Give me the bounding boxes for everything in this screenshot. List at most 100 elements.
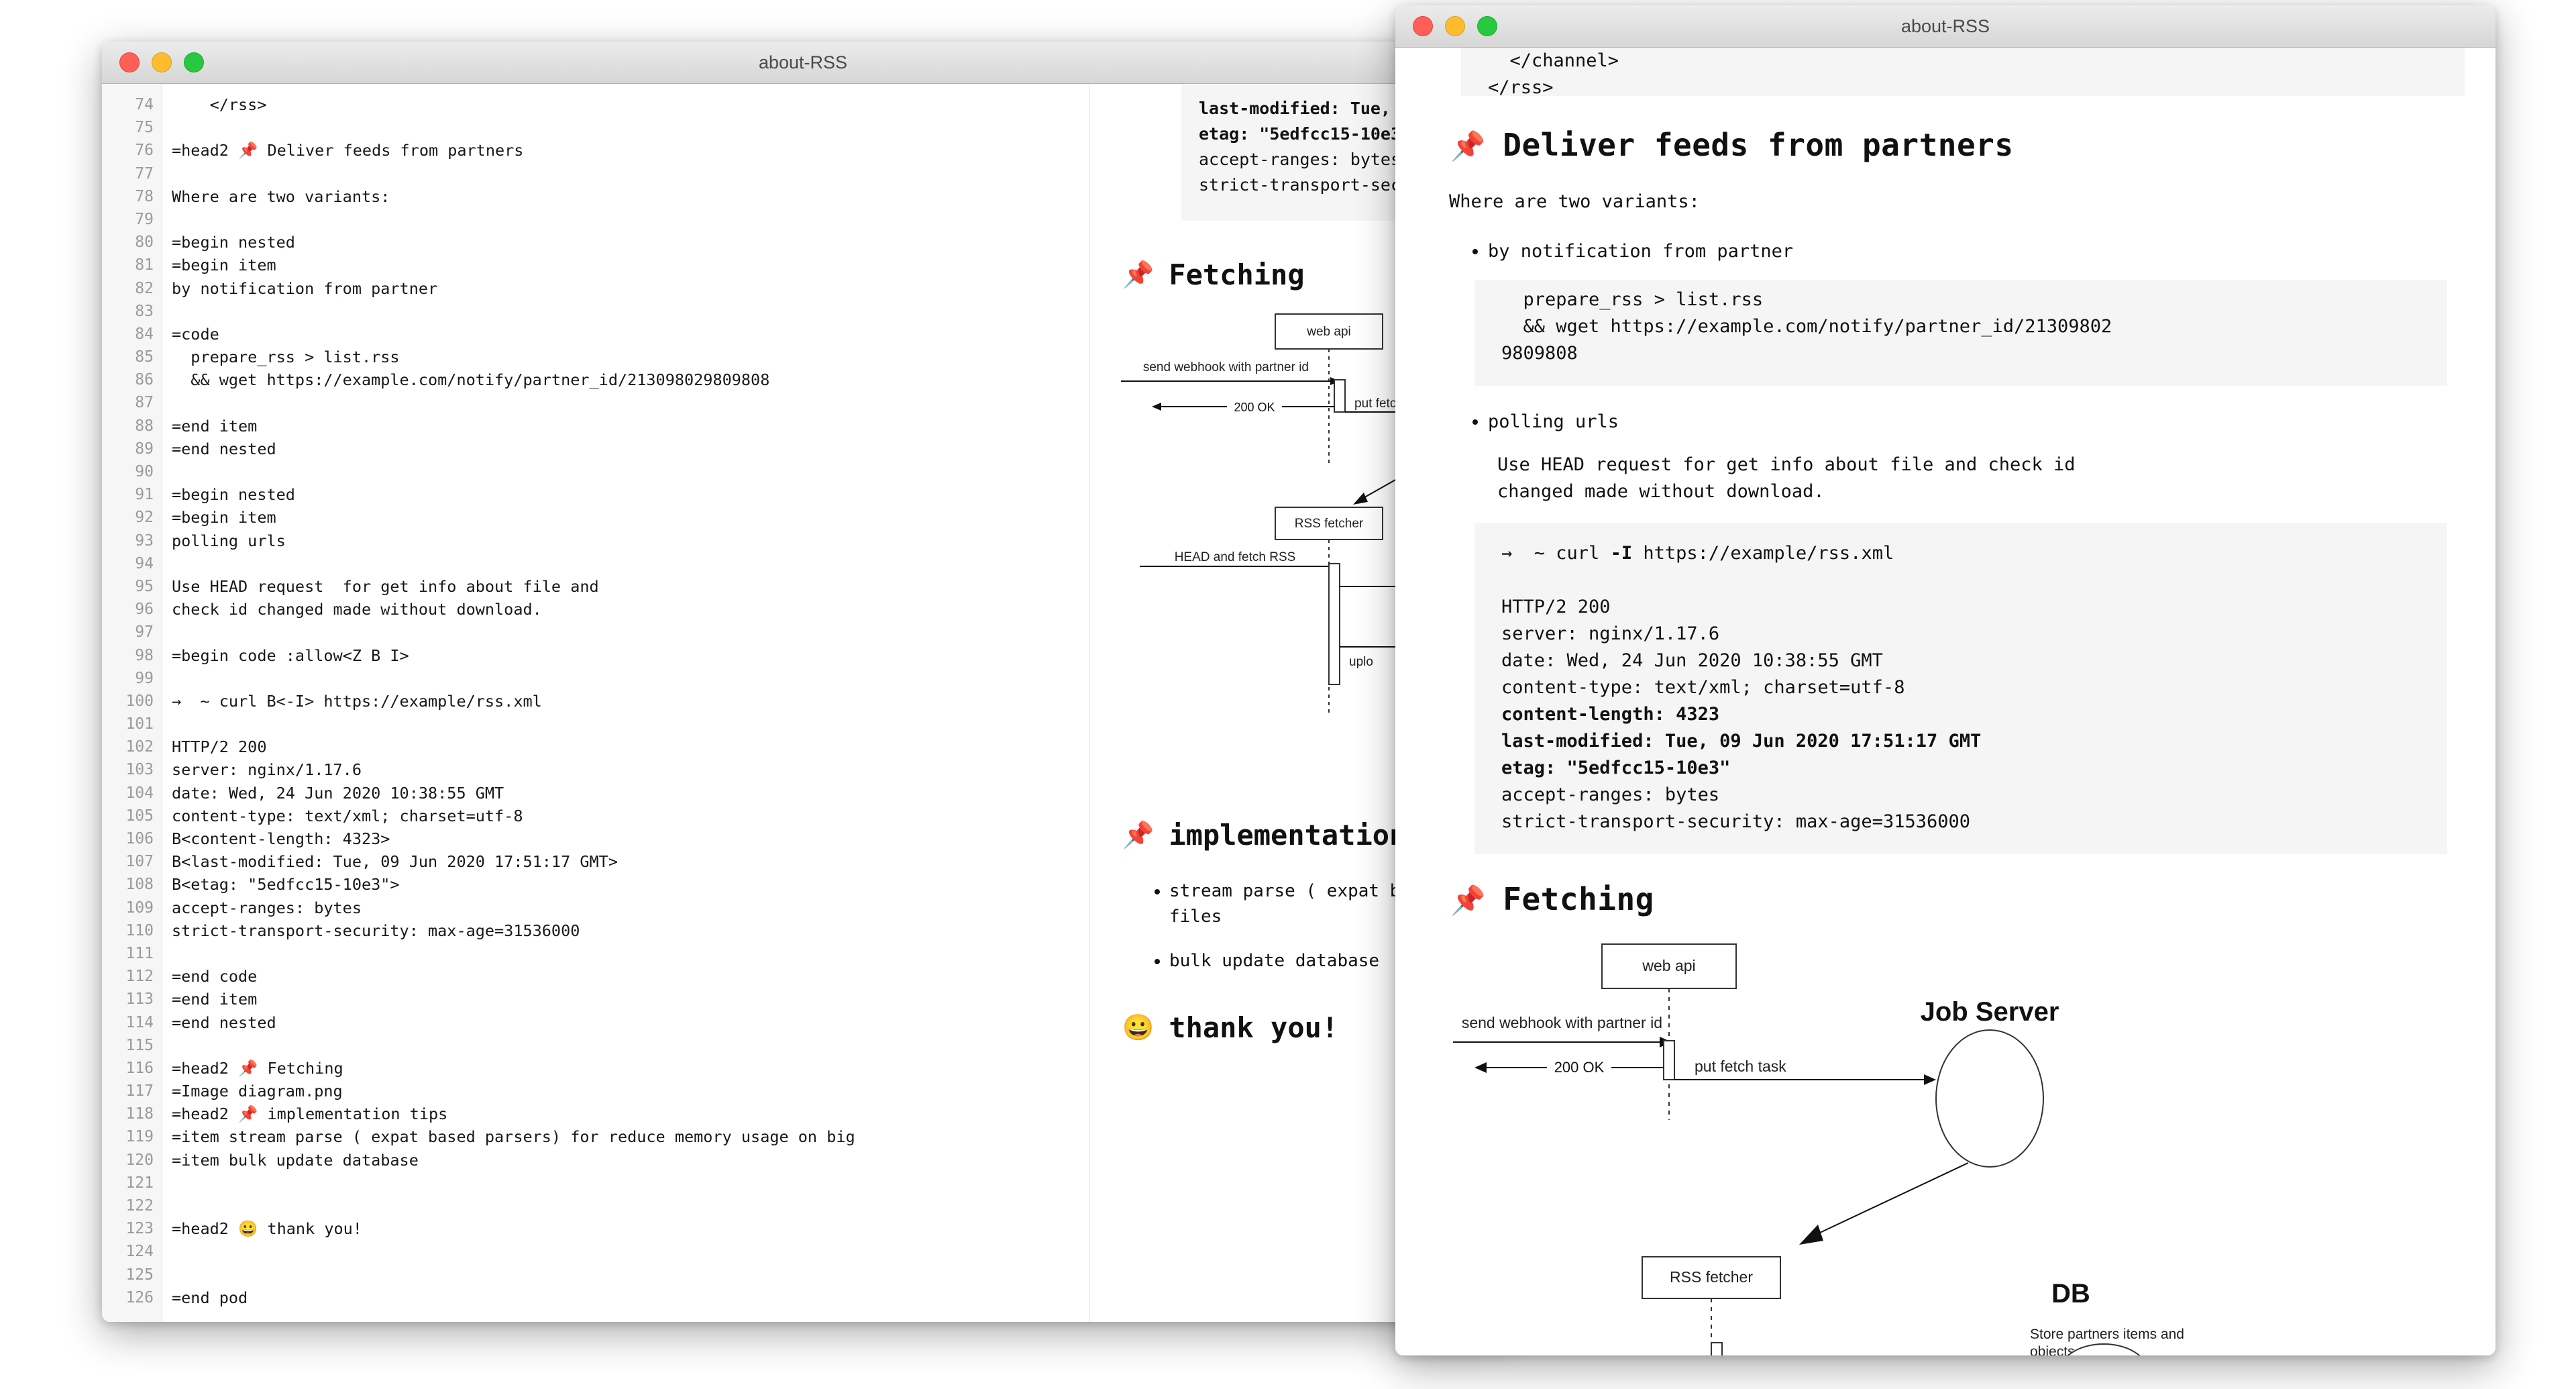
code-line[interactable]: B<etag: "5edfcc15-10e3"> xyxy=(172,873,1089,896)
code-line[interactable]: check id changed made without download. xyxy=(172,598,1089,621)
line-number: 125 xyxy=(102,1264,162,1286)
code-line[interactable]: B<content-length: 4323> xyxy=(172,827,1089,850)
code-line[interactable] xyxy=(172,1034,1089,1057)
line-number: 92 xyxy=(102,506,162,529)
front-jobserver-arrowhead xyxy=(1799,1225,1823,1245)
code-line[interactable]: =begin item xyxy=(172,254,1089,276)
line-number: 116 xyxy=(102,1057,162,1080)
line-number: 119 xyxy=(102,1125,162,1148)
code-line[interactable]: =item stream parse ( expat based parsers… xyxy=(172,1125,1089,1148)
code-line[interactable]: =end item xyxy=(172,415,1089,438)
line-number: 89 xyxy=(102,438,162,460)
code-line[interactable]: accept-ranges: bytes xyxy=(172,896,1089,919)
line-number: 82 xyxy=(102,277,162,300)
line-number: 114 xyxy=(102,1011,162,1034)
code-line[interactable]: polling urls xyxy=(172,529,1089,552)
code-line[interactable]: =end nested xyxy=(172,438,1089,460)
code-line[interactable]: =head2 📌 Fetching xyxy=(172,1057,1089,1080)
line-number: 75 xyxy=(102,116,162,139)
back-window-traffic-lights[interactable] xyxy=(119,52,204,72)
minimize-button-icon[interactable] xyxy=(1445,16,1465,36)
code-line[interactable]: =head2 😀 thank you! xyxy=(172,1217,1089,1240)
code-line[interactable] xyxy=(172,116,1089,139)
code-line[interactable]: </rss> xyxy=(172,93,1089,116)
line-number: 115 xyxy=(102,1034,162,1057)
front-window-traffic-lights[interactable] xyxy=(1413,16,1497,36)
pushpin-icon: 📌 xyxy=(1450,132,1485,160)
code-line[interactable]: =begin nested xyxy=(172,231,1089,254)
code-line[interactable]: =end pod xyxy=(172,1286,1089,1309)
code-line[interactable]: =begin code :allow<Z B I> xyxy=(172,644,1089,667)
back-web-api-activation xyxy=(1334,380,1345,412)
source-editor-pane[interactable]: 7475767778798081828384858687888990919293… xyxy=(102,84,1090,1322)
back-jobserver-arrowhead xyxy=(1353,493,1368,505)
code-line[interactable]: && wget https://example.com/notify/partn… xyxy=(172,368,1089,391)
code-line[interactable]: by notification from partner xyxy=(172,277,1089,300)
front-window-body[interactable]: </channel></rss> 📌 Deliver feeds from pa… xyxy=(1395,48,2496,1355)
front-http-response-block: → ~ curl -I https://example/rss.xml HTTP… xyxy=(1474,523,2447,854)
http-header-line: HTTP/2 200 xyxy=(1501,594,2420,621)
source-code-area[interactable]: </rss> =head2 📌 Deliver feeds from partne… xyxy=(162,84,1089,1322)
code-line[interactable] xyxy=(172,391,1089,414)
code-line[interactable]: strict-transport-security: max-age=31536… xyxy=(172,919,1089,942)
code-line[interactable]: Use HEAD request for get info about file… xyxy=(172,575,1089,598)
code-line[interactable]: Where are two variants: xyxy=(172,185,1089,208)
code-line[interactable] xyxy=(172,1264,1089,1286)
code-line[interactable]: =head2 📌 Deliver feeds from partners xyxy=(172,139,1089,162)
line-number: 121 xyxy=(102,1172,162,1194)
code-line[interactable]: B<last-modified: Tue, 09 Jun 2020 17:51:… xyxy=(172,850,1089,873)
preview-window[interactable]: about-RSS </channel></rss> 📌 Deliver fee… xyxy=(1395,5,2496,1355)
code-line[interactable]: =head2 📌 implementation tips xyxy=(172,1102,1089,1125)
code-line[interactable] xyxy=(172,552,1089,575)
curl-segment: https://example/rss.xml xyxy=(1632,543,1894,564)
front-db-caption-line1: Store partners items and xyxy=(2030,1327,2184,1342)
minimize-button-icon[interactable] xyxy=(152,52,172,72)
front-window-titlebar[interactable]: about-RSS xyxy=(1395,5,2496,48)
editor-window[interactable]: about-RSS 747576777879808182838485868788… xyxy=(102,42,1504,1322)
front-sequence-diagram: web api Job Server send webhook with par… xyxy=(1426,935,2465,1355)
code-line[interactable]: content-type: text/xml; charset=utf-8 xyxy=(172,805,1089,827)
code-line[interactable] xyxy=(172,621,1089,644)
back-put-fetch-label: put fetc xyxy=(1354,397,1396,411)
list-item: polling urls xyxy=(1488,409,2465,435)
list-item: by notification from partner xyxy=(1488,238,2465,265)
line-number: 85 xyxy=(102,346,162,368)
code-line[interactable] xyxy=(172,1240,1089,1263)
code-line[interactable]: =code xyxy=(172,323,1089,346)
code-line[interactable] xyxy=(172,460,1089,483)
code-line[interactable]: =end code xyxy=(172,965,1089,988)
code-line[interactable]: → ~ curl B<-I> https://example/rss.xml xyxy=(172,690,1089,713)
close-button-icon[interactable] xyxy=(119,52,140,72)
code-line[interactable] xyxy=(172,667,1089,690)
http-header-line: etag: "5edfcc15-10e3" xyxy=(1501,755,2420,782)
line-number: 81 xyxy=(102,254,162,276)
zoom-button-icon[interactable] xyxy=(1477,16,1497,36)
code-line[interactable] xyxy=(172,208,1089,231)
front-diagram-svg: web api Job Server send webhook with par… xyxy=(1426,935,2459,1355)
code-line[interactable]: =Image diagram.png xyxy=(172,1080,1089,1102)
close-button-icon[interactable] xyxy=(1413,16,1433,36)
back-upload-label: uplo xyxy=(1349,655,1373,669)
code-line[interactable]: =item bulk update database xyxy=(172,1149,1089,1172)
code-line[interactable] xyxy=(172,162,1089,185)
code-line[interactable]: =begin nested xyxy=(172,483,1089,506)
code-line[interactable]: =begin item xyxy=(172,506,1089,529)
line-number: 98 xyxy=(102,644,162,667)
code-line[interactable]: prepare_rss > list.rss xyxy=(172,346,1089,368)
code-line[interactable] xyxy=(172,1172,1089,1194)
code-line[interactable] xyxy=(172,300,1089,323)
code-line[interactable] xyxy=(172,713,1089,735)
front-variants-list-2: polling urls xyxy=(1449,409,2465,435)
code-line[interactable]: HTTP/2 200 xyxy=(172,735,1089,758)
code-line[interactable]: =end nested xyxy=(172,1011,1089,1034)
code-line[interactable] xyxy=(172,1194,1089,1217)
back-window-titlebar[interactable]: about-RSS xyxy=(102,42,1504,84)
code-line[interactable]: =end item xyxy=(172,988,1089,1011)
pushpin-icon: 📌 xyxy=(1122,262,1154,288)
zoom-button-icon[interactable] xyxy=(184,52,204,72)
code-line[interactable]: server: nginx/1.17.6 xyxy=(172,758,1089,781)
back-window-body: 7475767778798081828384858687888990919293… xyxy=(102,84,1504,1322)
line-number: 86 xyxy=(102,368,162,391)
code-line[interactable]: date: Wed, 24 Jun 2020 10:38:55 GMT xyxy=(172,782,1089,805)
code-line[interactable] xyxy=(172,942,1089,965)
